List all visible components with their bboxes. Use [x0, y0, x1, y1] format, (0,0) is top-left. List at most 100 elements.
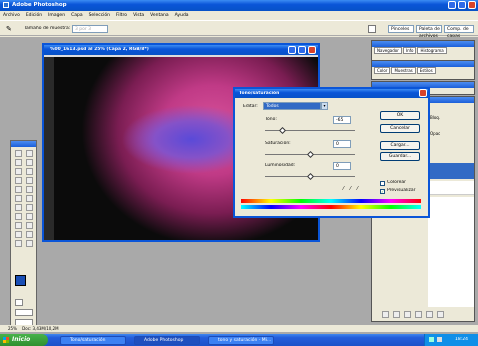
doc-minimize-icon[interactable] — [288, 46, 296, 54]
options-bar: ✎ Tamaño de muestra: 3 por 3 Pinceles Pa… — [0, 20, 478, 39]
navigator-tabs: Navegador Info Histograma — [372, 47, 474, 54]
brushes-well[interactable]: Pinceles — [388, 25, 414, 33]
taskbar-item-document[interactable]: tono y saturación - Mi... — [208, 336, 274, 345]
menu-bar: Archivo Edición Imagen Capa Selección Filtro V… — [3, 12, 303, 19]
tab-navegador[interactable]: Navegador — [374, 47, 402, 54]
new-layer-icon[interactable] — [426, 311, 433, 318]
gradient-tool[interactable] — [26, 195, 33, 202]
zoom-readout[interactable]: 25% — [8, 326, 17, 331]
lightness-slider-thumb[interactable] — [306, 172, 315, 181]
layer-style-icon[interactable] — [393, 311, 400, 318]
menu-imagen[interactable]: Imagen — [48, 13, 65, 18]
dodge-tool[interactable] — [26, 204, 33, 211]
saturation-label: Saturación: — [265, 141, 291, 146]
menu-edicion[interactable]: Edición — [26, 13, 42, 18]
tab-estilos[interactable]: Estilos — [416, 67, 436, 74]
hue-spectrum-bar — [241, 199, 421, 203]
adjustment-layer-icon[interactable] — [415, 311, 422, 318]
save-button[interactable]: Guardar... — [380, 152, 420, 161]
eraser-tool[interactable] — [15, 195, 22, 202]
crop-tool[interactable] — [15, 168, 22, 175]
menu-ayuda[interactable]: Ayuda — [175, 13, 189, 18]
eyedropper-icon[interactable]: ⁄ — [343, 186, 344, 192]
menu-capa[interactable]: Capa — [71, 13, 83, 18]
eyedropper-icon[interactable]: ✎ — [6, 25, 12, 33]
doc-maximize-icon[interactable] — [298, 46, 306, 54]
color-tabs: Color Muestras Estilos — [372, 67, 474, 74]
saturation-slider-thumb[interactable] — [306, 150, 315, 159]
quick-mask-button[interactable] — [15, 299, 23, 306]
slice-tool[interactable] — [26, 168, 33, 175]
hue-label: Tono: — [265, 117, 277, 122]
saturation-input[interactable]: 0 — [333, 140, 351, 148]
minimize-icon[interactable] — [448, 1, 456, 9]
hue-input[interactable]: -65 — [333, 116, 351, 124]
eyedropper-tool[interactable] — [26, 231, 33, 238]
type-tool[interactable] — [26, 213, 33, 220]
lightness-input[interactable]: 0 — [333, 162, 351, 170]
clone-stamp-tool[interactable] — [15, 186, 22, 193]
menu-filtro[interactable]: Filtro — [116, 13, 127, 18]
screen-mode-button[interactable] — [15, 309, 33, 316]
start-label: Inicio — [12, 336, 31, 343]
tab-muestras[interactable]: Muestras — [391, 67, 416, 74]
lightness-label: Luminosidad: — [265, 163, 296, 168]
layers-opacity-label: Opac — [430, 131, 441, 136]
start-button[interactable]: Inicio — [0, 334, 48, 346]
delete-layer-icon[interactable] — [437, 311, 444, 318]
move-tool[interactable] — [26, 150, 33, 157]
edit-channel-select[interactable]: Todos — [263, 102, 321, 110]
sample-size-select[interactable]: 3 por 3 — [72, 25, 108, 33]
ok-button[interactable]: OK — [380, 111, 420, 120]
layer-row-selected[interactable] — [428, 163, 474, 179]
hand-tool[interactable] — [15, 240, 22, 247]
eyedropper-plus-icon[interactable]: ⁄ — [350, 186, 351, 192]
taskbar-item-hue-saturation[interactable]: Tono/saturación — [60, 336, 126, 345]
menu-ventana[interactable]: Ventana — [150, 13, 168, 18]
system-tray: 18:24 — [424, 334, 478, 346]
network-icon[interactable] — [429, 337, 434, 342]
foreground-color-swatch[interactable] — [15, 275, 26, 286]
blur-tool[interactable] — [15, 204, 22, 211]
maximize-icon[interactable] — [458, 1, 466, 9]
layer-row[interactable] — [428, 181, 474, 195]
history-brush-tool[interactable] — [26, 186, 33, 193]
sample-size-label: Tamaño de muestra: — [24, 26, 71, 31]
magic-wand-tool[interactable] — [26, 159, 33, 166]
tab-color[interactable]: Color — [374, 67, 391, 74]
menu-seleccion[interactable]: Selección — [89, 13, 110, 18]
layer-comps-well[interactable]: Comp. de capas — [444, 25, 474, 39]
shape-tool[interactable] — [26, 222, 33, 229]
volume-icon[interactable] — [437, 337, 442, 342]
preview-checkbox[interactable]: ✓ — [380, 189, 385, 194]
chevron-down-icon[interactable]: ▾ — [321, 102, 328, 110]
healing-brush-tool[interactable] — [15, 177, 22, 184]
eyedropper-minus-icon[interactable]: ⁄ — [357, 186, 358, 192]
marquee-tool[interactable] — [15, 150, 22, 157]
pen-tool[interactable] — [15, 222, 22, 229]
notes-tool[interactable] — [15, 231, 22, 238]
taskbar-item-photoshop[interactable]: Adobe Photoshop — [134, 336, 200, 345]
dialog-close-icon[interactable] — [419, 89, 427, 97]
load-button[interactable]: Cargar... — [380, 141, 420, 150]
menu-archivo[interactable]: Archivo — [3, 13, 20, 18]
file-browser-icon[interactable] — [368, 25, 376, 33]
doc-close-icon[interactable] — [308, 46, 316, 54]
path-selection-tool[interactable] — [15, 213, 22, 220]
taskbar: Inicio Tono/saturación Adobe Photoshop t… — [0, 334, 478, 346]
tab-info[interactable]: Info — [402, 47, 417, 54]
layer-mask-icon[interactable] — [404, 311, 411, 318]
menu-vista[interactable]: Vista — [133, 13, 144, 18]
windows-logo-icon — [3, 337, 9, 343]
cancel-button[interactable]: Cancelar — [380, 124, 420, 133]
lasso-tool[interactable] — [15, 159, 22, 166]
toolbox — [10, 140, 37, 328]
tab-histograma[interactable]: Histograma — [417, 47, 447, 54]
brush-tool[interactable] — [26, 177, 33, 184]
link-layers-icon[interactable] — [382, 311, 389, 318]
close-icon[interactable] — [468, 1, 476, 9]
zoom-tool[interactable] — [26, 240, 33, 247]
file-browser-well[interactable]: Paleta de archivos — [416, 25, 442, 39]
colorize-checkbox[interactable] — [380, 181, 385, 186]
hue-slider-thumb[interactable] — [278, 126, 287, 135]
